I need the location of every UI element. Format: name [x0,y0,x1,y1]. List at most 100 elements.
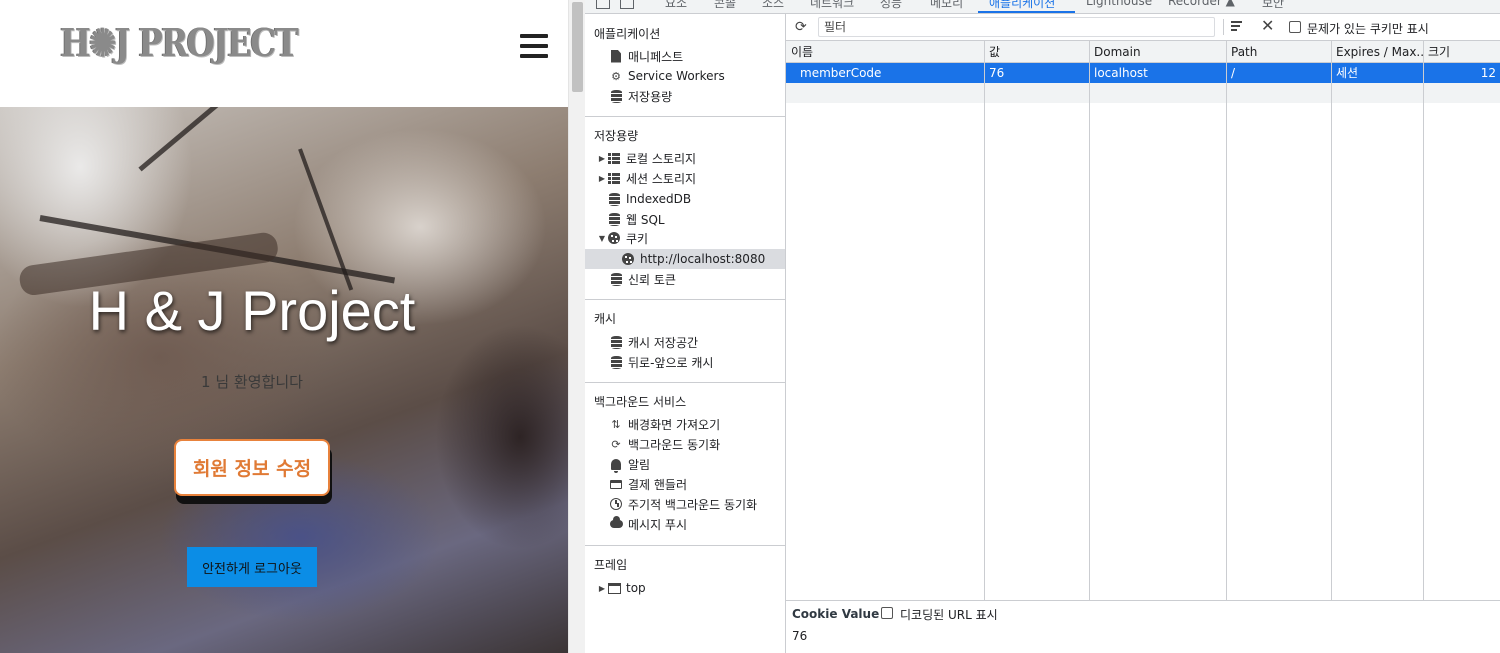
gear-icon: ⚙ [611,69,621,83]
cookie-icon [607,231,621,245]
card-icon [609,477,623,491]
sidebar-item-background-fetch[interactable]: ⇅ 배경화면 가져오기 [585,414,785,434]
tab-performance[interactable]: 성능 [880,0,902,11]
hamburger-menu-icon[interactable] [520,34,548,58]
column-header-expires[interactable]: Expires / Max... [1331,41,1423,63]
clear-filtered-cookies-icon[interactable] [1231,20,1246,34]
database-icon [609,272,623,286]
sidebar-item-local-storage[interactable]: ▶ 로컬 스토리지 [585,148,785,168]
tab-recorder[interactable]: Recorder ▲ [1168,0,1235,8]
sidebar-divider [585,382,785,383]
tab-elements[interactable]: 요소 [665,0,687,11]
sidebar-item-push-messaging[interactable]: 메시지 푸시 [585,514,785,534]
hero-title: H & J Project [88,279,416,342]
database-icon [607,212,621,226]
caret-down-icon[interactable]: ▼ [597,234,607,243]
section-title-background-services: 백그라운드 서비스 [594,395,687,409]
inspect-element-icon[interactable] [596,0,610,9]
page-scrollbar-thumb[interactable] [572,2,583,92]
tab-network[interactable]: 네트워크 [810,0,854,11]
tab-application[interactable]: 애플리케이션 [989,0,1055,11]
logout-button[interactable]: 안전하게 로그아웃 [187,547,317,587]
database-icon [609,335,623,349]
cookie-value-text[interactable]: 76 [792,629,807,643]
cookie-table-header: 이름 값 Domain Path Expires / Max... 크기 [786,41,1500,63]
column-divider[interactable] [1226,41,1227,600]
column-divider[interactable] [1423,41,1424,600]
clock-icon [609,497,623,511]
sidebar-item-web-sql[interactable]: 웹 SQL [585,209,785,229]
hero-background-stroke [138,107,295,172]
sidebar-item-service-workers[interactable]: ⚙ Service Workers [585,66,785,86]
issues-only-checkbox[interactable] [1289,21,1301,33]
sidebar-item-back-forward-cache[interactable]: 뒤로-앞으로 캐시 [585,352,785,372]
cookie-table: 이름 값 Domain Path Expires / Max... 크기 mem… [786,41,1500,600]
sidebar-divider [585,116,785,117]
device-toolbar-icon[interactable] [620,0,634,9]
sidebar-item-storage-overview[interactable]: 저장용량 [585,86,785,106]
sidebar-item-payment-handler[interactable]: 결제 핸들러 [585,474,785,494]
sidebar-item-background-sync[interactable]: ⟳ 백그라운드 동기화 [585,434,785,454]
section-title-application: 애플리케이션 [594,27,661,41]
section-title-cache: 캐시 [594,312,617,326]
hero-section: H & J Project 1 님 환영합니다 회원 정보 수정 안전하게 로그… [0,107,568,653]
tab-console[interactable]: 콘솔 [714,0,736,11]
empty-table-row[interactable] [786,83,1500,103]
refresh-icon[interactable]: ⟳ [795,20,809,34]
cookie-value-cell: 76 [989,66,1005,80]
column-header-size[interactable]: 크기 [1423,41,1500,63]
sidebar-item-periodic-background-sync[interactable]: 주기적 백그라운드 동기화 [585,494,785,514]
show-decoded-url-checkbox[interactable] [881,607,893,619]
sidebar-item-manifest[interactable]: 매니페스트 [585,46,785,66]
column-divider[interactable] [1331,41,1332,600]
file-icon [609,49,623,63]
column-header-value[interactable]: 값 [984,41,1089,63]
cookie-value-pane: Cookie Value 디코딩된 URL 표시 76 [786,600,1500,653]
cookies-panel: ⟳ ✕ 문제가 있는 쿠키만 표시 이름 값 Domain Path Expir… [786,14,1500,653]
caret-right-icon[interactable]: ▶ [597,154,607,163]
sidebar-item-cache-storage[interactable]: 캐시 저장공간 [585,332,785,352]
table-row[interactable]: memberCode 76 localhost / 세션 12 [786,63,1500,83]
column-divider[interactable] [984,41,985,600]
column-header-path[interactable]: Path [1226,41,1331,63]
site-header: H✺J PROJECT [0,0,568,107]
cookie-name-cell: memberCode [800,66,882,80]
tab-memory[interactable]: 메모리 [930,0,963,11]
frame-icon [607,581,621,595]
edit-member-info-button[interactable]: 회원 정보 수정 [174,439,330,496]
devtools-panel: 요소 콘솔 소스 네트워크 성능 메모리 애플리케이션 Lighthouse R… [585,0,1500,653]
sidebar-item-cookies[interactable]: ▼ 쿠키 [585,228,785,248]
database-icon [607,192,621,206]
sidebar-item-cookie-origin[interactable]: http://localhost:8080 [585,249,785,269]
sidebar-item-frame-top[interactable]: ▶ top [585,578,785,598]
sidebar-item-indexeddb[interactable]: IndexedDB [585,189,785,209]
sidebar-item-trust-tokens[interactable]: 신뢰 토큰 [585,269,785,289]
sidebar-divider [585,545,785,546]
sidebar-divider [585,299,785,300]
cookie-expires-cell: 세션 [1336,66,1359,80]
tab-security[interactable]: 보안 [1262,0,1284,11]
caret-right-icon[interactable]: ▶ [597,584,607,593]
database-icon [609,89,623,103]
section-title-frames: 프레임 [594,558,628,572]
tab-sources[interactable]: 소스 [762,0,784,11]
column-divider[interactable] [1089,41,1090,600]
application-sidebar: 애플리케이션 매니페스트 ⚙ Service Workers 저장용량 저장용량… [585,14,786,653]
column-header-domain[interactable]: Domain [1089,41,1226,63]
sidebar-item-session-storage[interactable]: ▶ 세션 스토리지 [585,168,785,188]
database-icon [609,355,623,369]
cookie-icon [621,252,635,266]
site-logo[interactable]: H✺J PROJECT [60,20,299,65]
section-title-storage: 저장용량 [594,129,639,143]
bell-icon [609,457,623,473]
cookie-filter-input[interactable] [818,17,1215,37]
tab-lighthouse[interactable]: Lighthouse [1086,0,1152,8]
cookie-domain-cell: localhost [1094,66,1148,80]
website-viewport: H✺J PROJECT H & J Project 1 님 환영합니다 회원 정… [0,0,568,653]
show-decoded-url-label: 디코딩된 URL 표시 [900,608,998,622]
delete-cookies-icon[interactable]: ✕ [1261,18,1274,34]
caret-right-icon[interactable]: ▶ [597,174,607,183]
sidebar-item-notifications[interactable]: 알림 [585,454,785,474]
column-header-name[interactable]: 이름 [786,41,984,63]
page-scrollbar[interactable] [568,0,585,653]
